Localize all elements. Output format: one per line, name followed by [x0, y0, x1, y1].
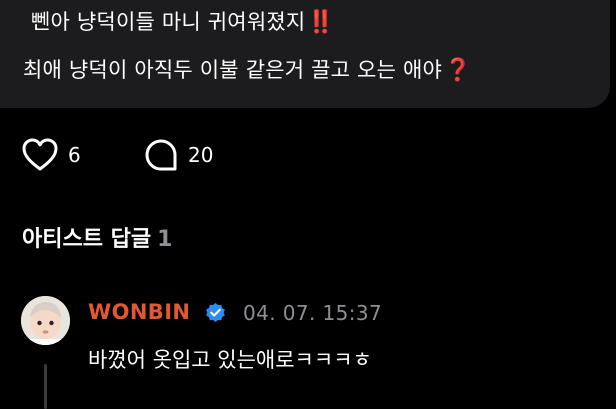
artist-replies-count: 1	[157, 227, 173, 252]
avatar[interactable]	[21, 296, 70, 345]
comment-button[interactable]: 20	[144, 138, 213, 172]
artist-replies-header: 아티스트 답글 1	[22, 221, 172, 253]
speech-bubble-outline-icon	[145, 139, 177, 171]
reply-text: 바꼈어 옷입고 있는애로ㅋㅋㅋㅎ	[88, 348, 372, 372]
reply-timestamp: 04. 07. 15:37	[243, 301, 383, 325]
post-bubble: 뻰아 냥덕이들 마니 귀여워졌지‼️ 최애 냥덕이 아직두 이불 같은거 끌고 …	[0, 0, 610, 108]
verified-badge-icon	[206, 302, 225, 323]
post-text-line-2: 최애 냥덕이 아직두 이불 같은거 끌고 오는 애야❓	[23, 54, 472, 84]
artist-reply: WONBIN 04. 07. 15:37 바꼈어 옷입고 있는애로ㅋㅋㅋㅎ	[0, 288, 616, 409]
post-text-line-1-body: 뻰아 냥덕이들 마니 귀여워졌지	[31, 10, 306, 34]
like-button[interactable]: 6	[22, 138, 81, 172]
question-mark-emoji: ❓	[444, 58, 472, 83]
thread-line	[44, 364, 47, 409]
reply-author-name[interactable]: WONBIN	[88, 300, 190, 324]
post-text-line-1: 뻰아 냥덕이들 마니 귀여워졌지‼️	[31, 6, 335, 36]
double-exclamation-emoji: ‼️	[307, 10, 335, 35]
like-count: 6	[68, 143, 81, 167]
comment-count: 20	[188, 143, 214, 167]
avatar-image	[21, 296, 70, 345]
artist-replies-title: 아티스트 답글	[22, 227, 152, 252]
post-text-line-2-body: 최애 냥덕이 아직두 이불 같은거 끌고 오는 애야	[23, 58, 443, 82]
heart-outline-icon	[22, 138, 58, 171]
